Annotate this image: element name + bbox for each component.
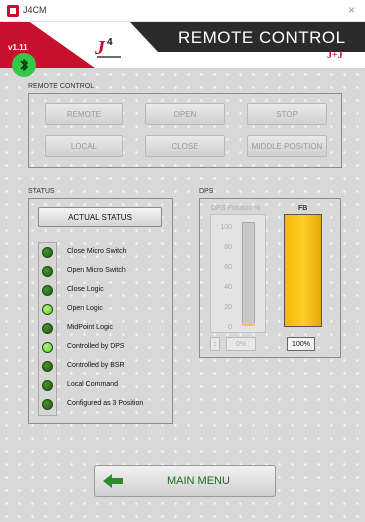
status-group: ACTUAL STATUS Close Micro Switch Open Mic…	[28, 198, 173, 424]
remote-button[interactable]: REMOTE	[45, 103, 123, 125]
scale-tick-label: 40	[224, 284, 232, 291]
status-item-label: Close Logic	[67, 286, 104, 293]
scale-tick-label: 20	[224, 304, 232, 311]
status-led	[42, 380, 53, 391]
main-content: REMOTE CONTROL REMOTE OPEN STOP LOCAL CL…	[0, 53, 365, 522]
dps-position-tank	[242, 222, 255, 326]
status-led	[42, 304, 53, 315]
status-led	[42, 266, 53, 277]
scale-tick-label: 100	[220, 224, 232, 231]
fb-fill	[285, 215, 321, 326]
status-item-label: Configured as 3 Position	[67, 400, 144, 407]
dps-group: DPS Position % 100 80 60 40 20 0 ↕ 0% FB 100%	[199, 198, 341, 358]
svg-text:J: J	[94, 37, 106, 59]
status-item-label: MidPoint Logic	[67, 324, 113, 331]
stop-button[interactable]: STOP	[247, 103, 327, 125]
status-label: STATUS	[28, 188, 55, 195]
scale-tick-label: 0	[228, 324, 232, 331]
status-item-label: Open Micro Switch	[67, 267, 126, 274]
scale-tick-label: 80	[224, 244, 232, 251]
window-title: J4CM	[23, 5, 47, 15]
remote-control-group: REMOTE OPEN STOP LOCAL CLOSE MIDDLE POSI…	[28, 93, 342, 168]
main-menu-button[interactable]: MAIN MENU	[94, 465, 276, 497]
status-item-label: Close Micro Switch	[67, 248, 127, 255]
close-button[interactable]: CLOSE	[145, 135, 225, 157]
dps-position-display: 0%	[226, 337, 256, 351]
svg-text:4: 4	[107, 37, 113, 48]
fb-title: FB	[298, 205, 308, 212]
actual-status-button[interactable]: ACTUAL STATUS	[38, 207, 162, 227]
middle-position-button[interactable]: MIDDLE POSITION	[247, 135, 327, 157]
arrow-left-icon	[103, 474, 123, 488]
status-item-label: Local Command	[67, 381, 118, 388]
bluetooth-icon	[20, 59, 28, 71]
dps-label: DPS	[199, 188, 214, 195]
local-button[interactable]: LOCAL	[45, 135, 123, 157]
j4-logo: J 4	[94, 37, 121, 59]
status-item-label: Open Logic	[67, 305, 103, 312]
page-title: REMOTE CONTROL	[178, 28, 346, 47]
status-led	[42, 399, 53, 410]
bluetooth-status[interactable]	[12, 53, 36, 77]
status-led	[42, 285, 53, 296]
remote-control-label: REMOTE CONTROL	[28, 83, 95, 90]
open-button[interactable]: OPEN	[145, 103, 225, 125]
status-led	[42, 342, 53, 353]
dps-position-fill	[242, 323, 255, 326]
header-banner: v1.11 J 4 REMOTE CONTROL J+J	[0, 22, 365, 68]
status-led	[42, 247, 53, 258]
version-label: v1.11	[8, 43, 28, 52]
close-icon[interactable]: ×	[348, 3, 355, 17]
window-titlebar: J4CM ×	[0, 0, 365, 22]
status-item-label: Controlled by DPS	[67, 343, 125, 350]
main-menu-label: MAIN MENU	[167, 475, 230, 487]
dps-position-stepper[interactable]: ↕	[210, 337, 220, 351]
status-led	[42, 361, 53, 372]
dps-gauge-panel	[210, 214, 266, 333]
scale-tick-label: 60	[224, 264, 232, 271]
fb-display: 100%	[287, 337, 315, 351]
app-icon	[7, 5, 19, 17]
status-led	[42, 323, 53, 334]
status-item-label: Controlled by BSR	[67, 362, 125, 369]
dps-position-title: DPS Position %	[211, 205, 261, 212]
brand-logo: J+J	[327, 50, 343, 61]
